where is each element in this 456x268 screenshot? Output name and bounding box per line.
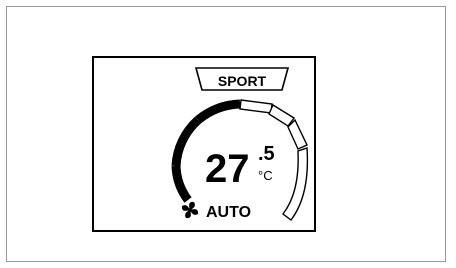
mode-label: SPORT: [218, 73, 267, 89]
fan-icon[interactable]: [181, 201, 199, 219]
gauge-segment-empty-4: [282, 147, 309, 221]
temperature-readout: 27 .5 °C: [205, 143, 275, 191]
gauge-segment-empty-2: [268, 103, 296, 127]
gauge-segment-empty-1: [239, 99, 273, 114]
mode-badge[interactable]: SPORT: [194, 67, 290, 91]
gauge-segment-empty-3: [287, 118, 308, 150]
gauge-segment-filled-1: [171, 165, 192, 203]
gauge-segment-filled-2: [171, 116, 202, 167]
temperature-unit: °C: [258, 168, 273, 183]
temperature-decimal: .5: [258, 143, 275, 165]
temperature-integer: 27: [205, 147, 250, 191]
climate-display: SPORT 27 .5 °C AUTO: [171, 67, 309, 221]
gauge-segment-filled-3: [195, 99, 241, 124]
fan-mode-label[interactable]: AUTO: [206, 204, 251, 221]
